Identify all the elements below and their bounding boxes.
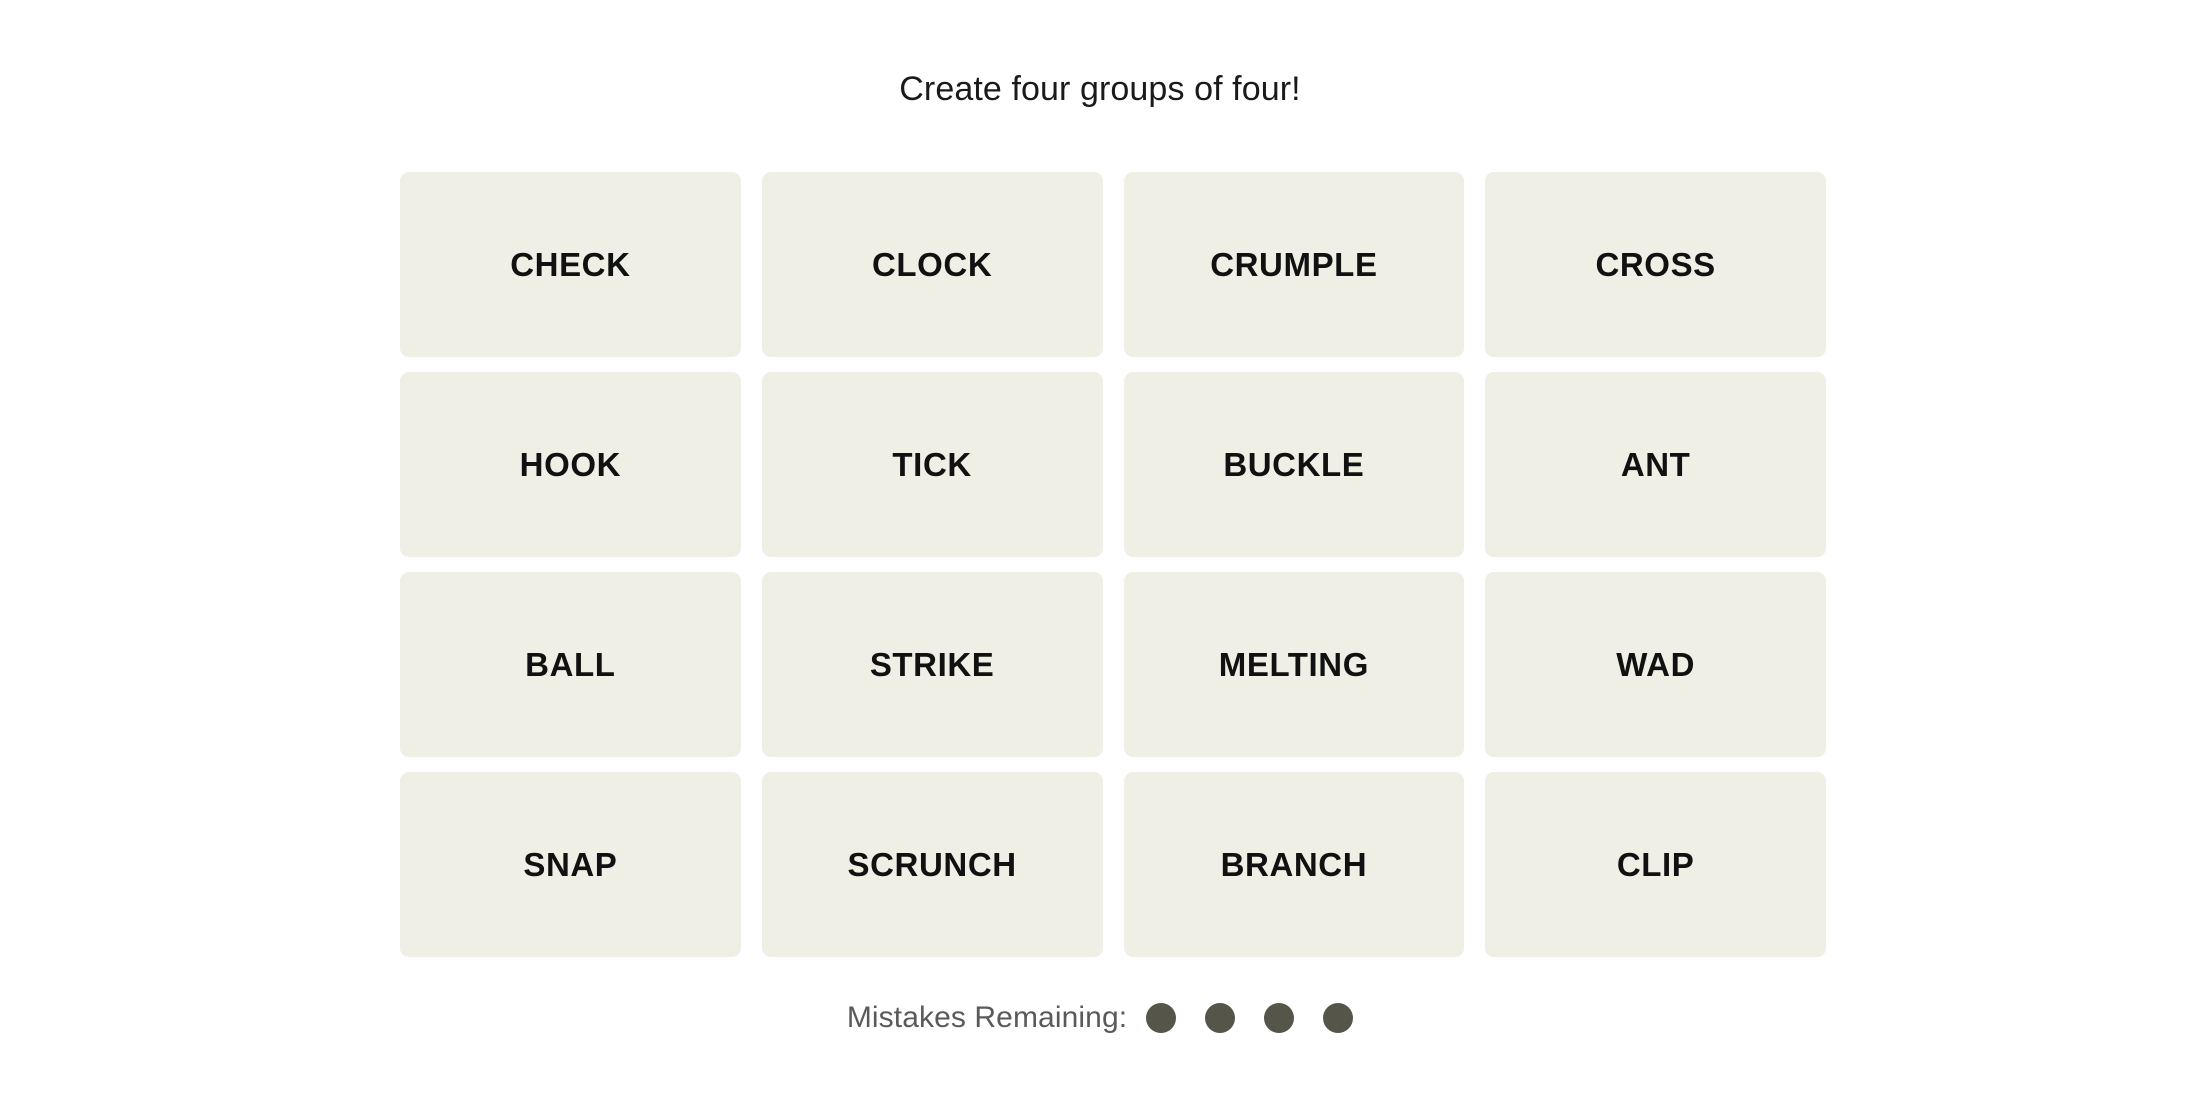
word-tile-buckle[interactable]: BUCKLE (1123, 372, 1465, 557)
mistakes-remaining: Mistakes Remaining: (0, 1003, 2200, 1033)
word-tile-label: ANT (1620, 446, 1691, 483)
word-tile-label: BALL (525, 646, 616, 683)
mistakes-dot-list (1146, 1003, 1354, 1033)
word-tile-ball[interactable]: BALL (400, 572, 741, 757)
word-tile-label: MELTING (1218, 646, 1369, 683)
word-tile-tick[interactable]: TICK (761, 372, 1103, 557)
word-tile-wad[interactable]: WAD (1485, 572, 1826, 757)
mistake-dot-icon (1146, 1003, 1177, 1033)
word-tile-label: CHECK (510, 246, 631, 283)
word-tile-label: HOOK (519, 446, 622, 483)
word-tile-branch[interactable]: BRANCH (1123, 772, 1465, 957)
word-tile-label: BRANCH (1220, 846, 1368, 883)
word-tile-label: SCRUNCH (847, 846, 1017, 883)
word-tile-label: CROSS (1595, 246, 1716, 283)
page-title: Create four groups of four! (899, 70, 1301, 108)
word-tile-cross[interactable]: CROSS (1485, 172, 1826, 357)
mistakes-remaining-label: Mistakes Remaining: (846, 1001, 1128, 1034)
word-tile-hook[interactable]: HOOK (400, 372, 741, 557)
word-tile-melting[interactable]: MELTING (1123, 572, 1465, 757)
word-tile-clip[interactable]: CLIP (1485, 772, 1826, 957)
word-tile-strike[interactable]: STRIKE (761, 572, 1103, 757)
mistake-dot-icon (1264, 1003, 1295, 1033)
word-tile-crumple[interactable]: CRUMPLE (1123, 172, 1465, 357)
word-tile-clock[interactable]: CLOCK (761, 172, 1103, 357)
word-tile-label: BUCKLE (1223, 446, 1365, 483)
word-tile-check[interactable]: CHECK (400, 172, 741, 357)
word-tile-label: WAD (1616, 646, 1696, 683)
word-tile-scrunch[interactable]: SCRUNCH (761, 772, 1103, 957)
word-tile-label: CLOCK (871, 246, 993, 283)
word-grid: CHECK CLOCK CRUMPLE CROSS HOOK TICK BUCK… (400, 172, 1826, 957)
word-tile-label: CLIP (1616, 846, 1695, 883)
word-tile-snap[interactable]: SNAP (400, 772, 741, 957)
word-tile-label: CRUMPLE (1210, 246, 1378, 283)
word-tile-ant[interactable]: ANT (1485, 372, 1826, 557)
word-tile-label: TICK (892, 446, 972, 483)
word-tile-label: SNAP (523, 846, 618, 883)
mistake-dot-icon (1205, 1003, 1236, 1033)
word-tile-label: STRIKE (869, 646, 995, 683)
connections-game-screen: Create four groups of four! CHECK CLOCK … (0, 0, 2200, 1100)
mistake-dot-icon (1323, 1003, 1354, 1033)
